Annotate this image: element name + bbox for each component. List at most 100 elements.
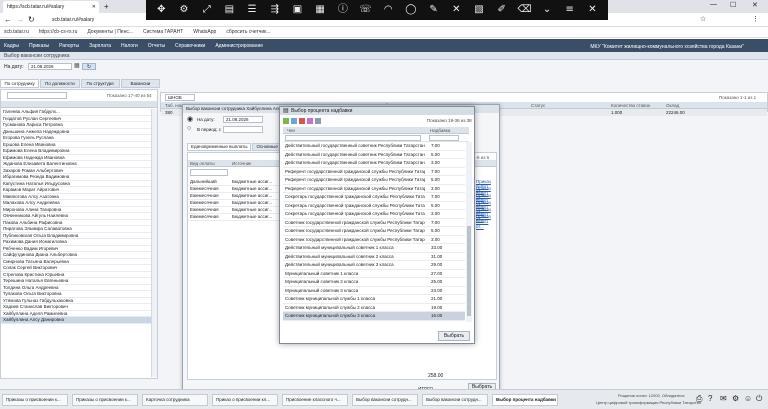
radio-on-date-icon[interactable]: ◉ (187, 115, 193, 123)
percent-row[interactable]: Референт государственной гражданской слу… (283, 168, 465, 176)
document-icon[interactable]: ▤ (222, 5, 236, 15)
main-search-input[interactable]: ШНОБ (165, 94, 195, 101)
dialog-name-filter[interactable] (285, 135, 421, 141)
reload-icon[interactable]: ↻ (28, 15, 35, 24)
payment-row[interactable]: Дальнейший Бюджетные ассиг... (188, 179, 284, 186)
help-icon[interactable]: ? (708, 394, 712, 403)
payments-filter-input[interactable] (190, 169, 228, 176)
person-row[interactable]: Хайбуллина Алсу Данировна (1, 317, 151, 324)
percent-row[interactable]: Муниципальный советник 2 класса 25.00 (283, 278, 465, 287)
share-icon[interactable]: ⇶ (268, 5, 282, 15)
percent-row[interactable]: Референт государственной гражданской слу… (283, 176, 465, 185)
menu-item[interactable]: Зарплата (89, 43, 111, 49)
user-icon[interactable]: ☺ (744, 394, 752, 403)
period-from-input[interactable] (223, 126, 263, 133)
bookmark-item[interactable]: Документы | Пенс... (87, 29, 133, 35)
chat-icon[interactable]: ◯ (404, 5, 418, 15)
menu-item[interactable]: Приказы (29, 43, 49, 49)
calendar-icon[interactable]: ▦ (313, 5, 327, 15)
eraser-icon[interactable]: ⌫ (517, 5, 531, 15)
print-icon[interactable]: ⎙ (696, 394, 702, 404)
bookmark-item[interactable]: WhatsApp (193, 29, 216, 35)
resize-icon[interactable]: ⤢ (200, 5, 214, 15)
bookmark-item[interactable]: Система ГАРАНТ (143, 29, 183, 35)
percent-row[interactable]: Советник муниципальной службы 1 класса 21… (283, 295, 465, 304)
refresh-button[interactable]: ↻ (82, 63, 96, 70)
settings-icon[interactable]: ⚙ (732, 394, 739, 403)
payment-row[interactable]: Ежемесячная Бюджетные ассиг... (188, 207, 284, 214)
percent-row[interactable]: Действительный государственный советник … (283, 142, 465, 151)
percent-row[interactable]: Советник государственной гражданской слу… (283, 236, 465, 244)
percent-row[interactable]: Действительный муниципальный советник 2 … (283, 253, 465, 261)
move-icon[interactable]: ✥ (154, 5, 168, 15)
add-icon[interactable] (283, 118, 289, 124)
edit-icon[interactable] (291, 118, 297, 124)
taskbar-item[interactable]: Выбор процента надбавки (492, 394, 558, 406)
dialog-select-button[interactable]: Выбрать (438, 331, 470, 341)
dialog-scroll-thumb[interactable] (467, 226, 471, 316)
window-minimize-icon[interactable]: — (710, 1, 717, 8)
close-icon[interactable]: ✕ (585, 5, 599, 15)
menu-item[interactable]: Рапорты (59, 43, 79, 49)
percent-row[interactable]: Секретарь государственной гражданской сл… (283, 202, 465, 210)
payment-order-link[interactable]: Приказ №981 от... (476, 214, 496, 229)
bookmark-item[interactable]: https://cb-cs-rs.ru (39, 29, 78, 35)
logout-icon[interactable]: ⏻ (756, 394, 762, 404)
taskbar-item[interactable]: Выбор вакансии сотрудн... (352, 394, 418, 406)
percent-row[interactable]: Действительный муниципальный советник 3 … (283, 261, 465, 270)
payment-row[interactable]: Ежемесячная Бюджетные ассиг... (188, 193, 284, 200)
fio-search-input[interactable] (7, 92, 67, 99)
radio-period-icon[interactable]: ○ (187, 125, 191, 132)
menu-item[interactable]: Кадры (4, 43, 19, 49)
taskbar-item[interactable]: Присвоение классного ч... (282, 394, 348, 406)
bookmark-item[interactable]: сбросить счетчик... (226, 29, 270, 35)
payment-row[interactable]: Ежемесячная Бюджетные ассиг... (188, 214, 284, 221)
url-text[interactable]: scb.tatar.ru/#salary (52, 17, 94, 23)
filter-icon[interactable] (315, 118, 321, 124)
taskbar-item[interactable]: Приказы о присвоении к... (2, 394, 68, 406)
app-tab[interactable]: Вакансии (120, 79, 160, 88)
percent-row[interactable]: Муниципальный советник 3 класса 23.00 (283, 287, 465, 295)
percent-row[interactable]: Муниципальный советник 1 класса 27.00 (283, 270, 465, 278)
percent-row[interactable]: Референт государственной гражданской слу… (283, 185, 465, 193)
back-icon[interactable]: ← (4, 15, 12, 24)
phone-icon[interactable]: ☏ (359, 5, 373, 15)
dialog-percent-filter[interactable] (429, 135, 459, 141)
menu-item[interactable]: Администрирование (215, 43, 263, 49)
gallery-icon[interactable]: ▧ (472, 5, 486, 15)
window-close-icon[interactable]: ✕ (752, 1, 758, 9)
percent-row[interactable]: Действительный государственный советник … (283, 159, 465, 168)
gear-icon[interactable]: ⚙ (177, 5, 191, 15)
vacancy-tab[interactable]: Единовременные выплаты (187, 143, 252, 151)
info-icon[interactable]: ⓘ (336, 5, 350, 15)
taskbar-item[interactable]: Приказ о присвоении кл... (212, 394, 278, 406)
calendar-icon[interactable]: ▦ (74, 62, 80, 69)
date-input[interactable]: 21.08.2026 (28, 63, 72, 70)
list-icon[interactable]: ☰ (245, 5, 259, 15)
app-tab[interactable]: По структуре (80, 79, 120, 88)
tab-close-icon[interactable]: ✕ (92, 4, 96, 10)
percent-row[interactable]: Советник государственной гражданской слу… (283, 227, 465, 236)
percent-row[interactable]: Секретарь государственной гражданской сл… (283, 210, 465, 219)
pen-icon[interactable]: ✐ (495, 5, 509, 15)
menu-item[interactable]: Налоги (121, 43, 138, 49)
mail-icon[interactable]: ✉ (720, 394, 727, 403)
taskbar-item[interactable]: Карточка сотрудника (142, 394, 208, 406)
percent-row[interactable]: Советник муниципальной службы 2 класса 19… (283, 304, 465, 312)
app-tab[interactable]: По сотруднику (0, 79, 40, 88)
people-scrollbar[interactable] (151, 109, 157, 377)
menu-item[interactable]: Отчеты (148, 43, 165, 49)
bookmark-item[interactable]: scb.tatar.ru (4, 29, 29, 35)
payment-row[interactable]: Ежемесячная Бюджетные ассиг... (188, 186, 284, 193)
payment-row[interactable]: Ежемесячная Бюджетные ассиг... (188, 200, 284, 207)
percent-row[interactable]: Действительный государственный советник … (283, 151, 465, 159)
browser-menu-icon[interactable]: ⋮ (752, 15, 759, 23)
dialog-scrollbar[interactable] (466, 142, 472, 322)
chevron-down-icon[interactable]: ⌄ (540, 5, 554, 15)
bell-off-icon[interactable]: ✕ (449, 5, 463, 15)
percent-row[interactable]: Советник государственной гражданской слу… (283, 219, 465, 227)
mic-off-icon[interactable]: ✎ (427, 5, 441, 15)
menu-icon[interactable]: ≡ (563, 5, 577, 15)
percent-row[interactable]: Советник муниципальной службы 3 класса 16… (283, 312, 465, 321)
image-icon[interactable]: ▣ (290, 5, 304, 15)
